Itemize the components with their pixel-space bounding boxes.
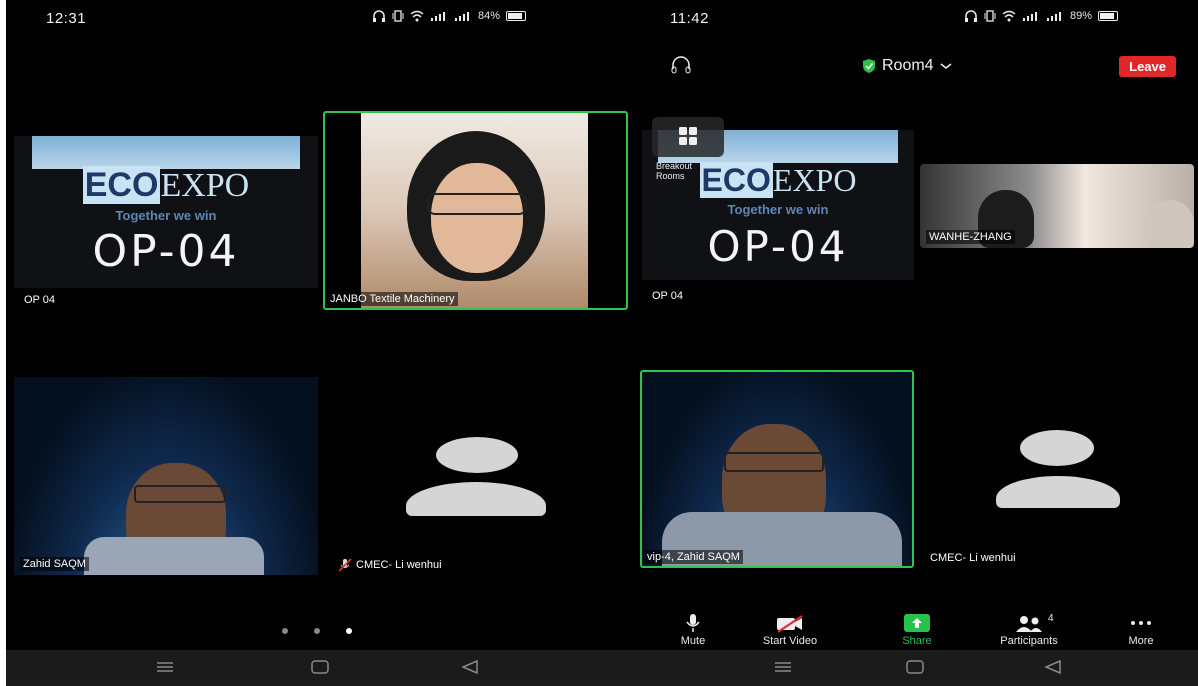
breakout-rooms-label: Breakout Rooms xyxy=(656,161,693,181)
grid-icon xyxy=(679,127,697,145)
participant-name-cmec: CMEC- Li wenhui xyxy=(930,552,1016,564)
status-bar: 11:42 89% xyxy=(634,0,1198,34)
video-person-2 xyxy=(1146,200,1194,248)
menu-nav-icon[interactable] xyxy=(156,660,174,674)
home-nav-icon[interactable] xyxy=(906,660,924,674)
participant-tile-cmec[interactable]: CMEC- Li wenhui xyxy=(920,370,1194,570)
participant-name-op04: OP 04 xyxy=(24,294,55,306)
back-nav-icon[interactable] xyxy=(1044,660,1062,674)
video-off-icon xyxy=(777,615,803,633)
microphone-icon xyxy=(686,614,700,632)
expo-banner-sky xyxy=(32,136,300,170)
participant-tile-janbo[interactable]: JANBO Textile Machinery xyxy=(323,111,628,310)
muted-mic-icon xyxy=(338,558,352,572)
meeting-top-bar: Room4 Leave xyxy=(634,46,1198,82)
breakout-rooms-button[interactable] xyxy=(652,117,724,157)
video-person-glasses xyxy=(427,193,527,215)
avatar-body xyxy=(996,476,1120,508)
share-arrow-icon xyxy=(912,618,922,628)
chevron-down-icon xyxy=(940,63,952,69)
leave-button[interactable]: Leave xyxy=(1119,56,1176,77)
participant-name-zahid: vip-4, Zahid SAQM xyxy=(644,550,743,564)
expo-logo: ECOEXPO xyxy=(82,166,250,204)
expo-code: OP-04 xyxy=(92,226,240,277)
phone-screenshot-left: 12:31 84% ECOEXPO Together we win OP-04 … xyxy=(6,0,634,686)
signal-icon-2 xyxy=(1047,12,1061,21)
expo-tagline: Together we win xyxy=(727,202,829,217)
page-dot[interactable] xyxy=(282,628,288,634)
participants-icon xyxy=(1016,616,1042,632)
expo-tagline: Together we win xyxy=(115,208,217,223)
status-icons: 89% xyxy=(964,10,1119,22)
phone-screenshot-right: 11:42 89% Room4 Leave ECOEXPO Together w… xyxy=(634,0,1198,686)
page-indicator[interactable] xyxy=(282,628,352,634)
shield-icon xyxy=(863,59,875,73)
room-name: Room4 xyxy=(882,57,934,74)
participant-name-op04: OP 04 xyxy=(652,290,683,302)
headphones-icon xyxy=(373,10,385,22)
menu-nav-icon[interactable] xyxy=(774,660,792,674)
participant-name-wanhe: WANHE-ZHANG xyxy=(926,230,1015,244)
status-icons: 84% xyxy=(372,10,527,22)
avatar-body xyxy=(406,482,546,516)
participant-tile-cmec[interactable]: CMEC- Li wenhui xyxy=(326,377,626,577)
participants-count: 4 xyxy=(1048,613,1054,624)
battery-percent: 89% xyxy=(1070,10,1093,22)
signal-icon-2 xyxy=(455,12,469,21)
mute-label: Mute xyxy=(680,635,706,647)
expo-code: OP-04 xyxy=(707,222,849,271)
participant-video xyxy=(361,113,588,308)
vibrate-icon xyxy=(392,10,404,22)
more-dots-icon xyxy=(1131,621,1151,625)
participant-tile-zahid[interactable]: vip-4, Zahid SAQM xyxy=(640,370,914,568)
participant-name-cmec: CMEC- Li wenhui xyxy=(356,559,442,571)
participant-name-zahid: Zahid SAQM xyxy=(20,557,89,571)
avatar-head xyxy=(436,437,518,473)
share-icon-box xyxy=(904,614,930,632)
participants-label: Participants xyxy=(1000,635,1058,647)
avatar-head xyxy=(1020,430,1094,466)
share-label: Share xyxy=(902,635,932,647)
start-video-label: Start Video xyxy=(762,635,818,647)
video-person-shirt xyxy=(84,537,264,575)
page-dot-active[interactable] xyxy=(346,628,352,634)
page-dot[interactable] xyxy=(314,628,320,634)
more-label: More xyxy=(1128,635,1154,647)
participant-tile-op04[interactable]: ECOEXPO Together we win OP-04 xyxy=(14,136,318,288)
participant-tile-wanhe[interactable]: WANHE-ZHANG xyxy=(920,164,1194,248)
wifi-icon xyxy=(410,10,424,22)
vibrate-icon xyxy=(984,10,996,22)
battery-icon xyxy=(506,11,527,21)
android-nav-bar xyxy=(6,650,634,686)
signal-icon xyxy=(1023,12,1037,21)
signal-icon xyxy=(431,12,445,21)
status-bar: 12:31 84% xyxy=(6,0,634,34)
android-nav-bar xyxy=(634,650,1198,686)
meeting-toolbar: Mute Start Video Share 4 Participants Mo… xyxy=(634,611,1198,653)
video-person-glasses xyxy=(134,485,226,503)
home-nav-icon[interactable] xyxy=(311,660,329,674)
wifi-icon xyxy=(1002,10,1016,22)
status-time: 12:31 xyxy=(46,10,87,27)
battery-icon xyxy=(1098,11,1119,21)
video-person-glasses xyxy=(724,452,824,472)
back-nav-icon[interactable] xyxy=(461,660,479,674)
headphones-icon xyxy=(965,10,977,22)
battery-percent: 84% xyxy=(478,10,501,22)
room-selector[interactable]: Room4 xyxy=(862,57,952,75)
participant-tile-zahid[interactable]: Zahid SAQM xyxy=(14,377,318,575)
status-time: 11:42 xyxy=(670,10,709,27)
participant-name-janbo: JANBO Textile Machinery xyxy=(327,292,458,306)
video-person-face xyxy=(431,163,523,273)
audio-headset-icon[interactable] xyxy=(670,56,692,74)
